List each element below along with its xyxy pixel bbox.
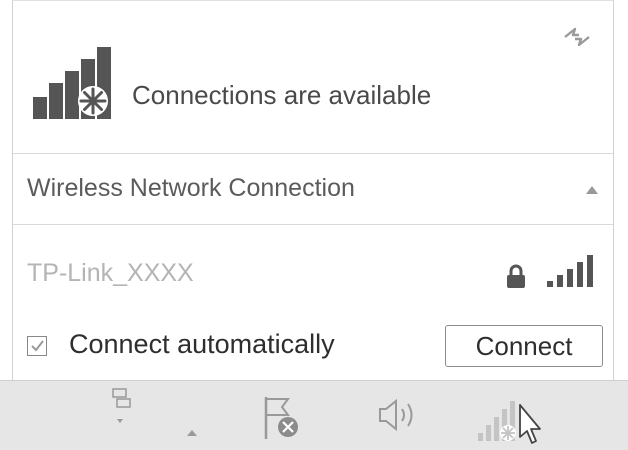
checkmark-icon <box>31 340 44 352</box>
show-hidden-icons-chevron[interactable] <box>186 429 198 437</box>
connect-button[interactable]: Connect <box>445 325 603 367</box>
network-adapter-icon[interactable] <box>108 387 132 427</box>
connection-status: Connections are available <box>13 1 613 153</box>
mouse-cursor-icon <box>519 404 541 444</box>
connect-automatically-checkbox[interactable] <box>27 336 47 356</box>
lock-icon <box>507 264 525 288</box>
volume-icon[interactable] <box>376 395 424 435</box>
section-title: Wireless Network Connection <box>27 174 355 202</box>
wireless-network-icon[interactable] <box>478 391 550 447</box>
taskbar-tray <box>0 380 628 450</box>
network-ssid: TP-Link_XXXX <box>27 259 194 287</box>
signal-strength-icon <box>547 255 593 287</box>
signal-available-icon <box>33 47 111 119</box>
section-header-wireless[interactable]: Wireless Network Connection <box>13 154 613 224</box>
network-item-tp-link[interactable]: TP-Link_XXXX Connect automatically Conne… <box>13 225 613 381</box>
connect-automatically-label: Connect automatically <box>69 329 335 359</box>
chevron-up-icon[interactable] <box>585 185 599 195</box>
action-center-flag-icon[interactable] <box>262 395 300 441</box>
status-text: Connections are available <box>132 80 432 110</box>
network-flyout: Connections are available Wireless Netwo… <box>12 0 614 380</box>
